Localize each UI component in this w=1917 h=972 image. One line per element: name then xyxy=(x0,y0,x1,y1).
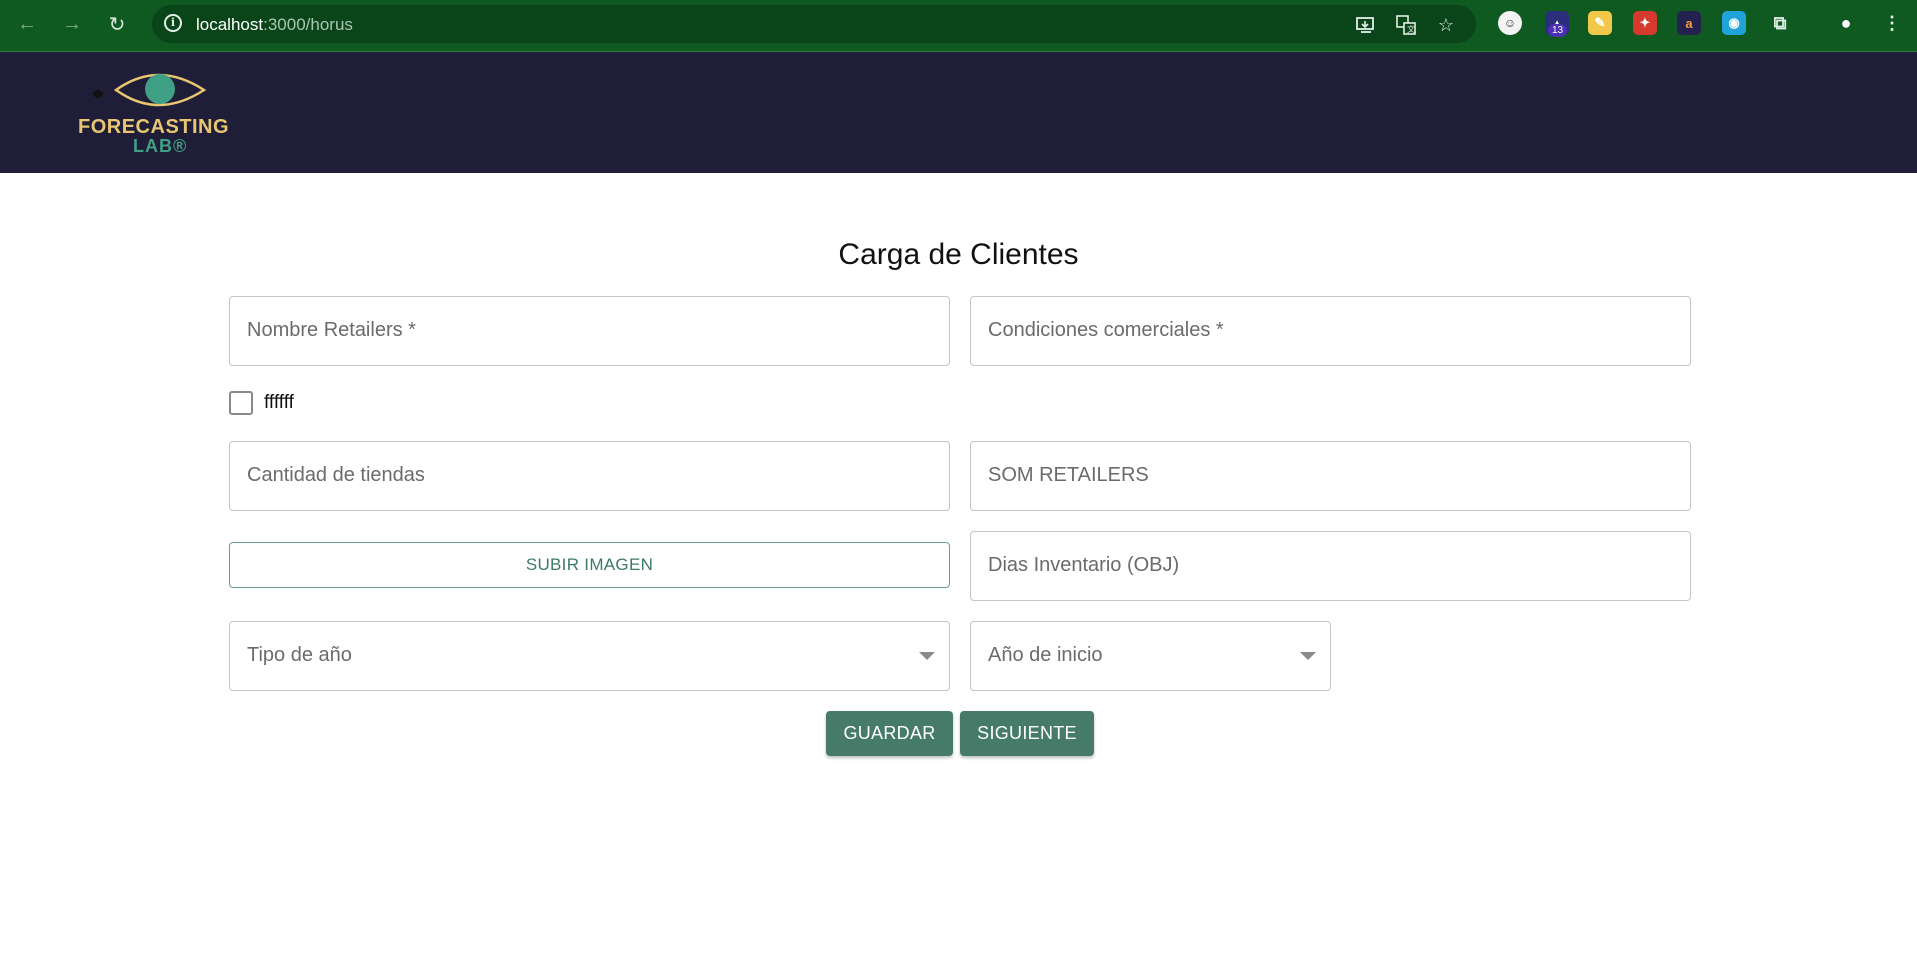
forecasting-lab-logo[interactable]: FORECASTING LAB® xyxy=(78,68,248,160)
extension-a-icon[interactable]: a xyxy=(1677,11,1701,35)
profile-avatar-icon[interactable]: ● xyxy=(1834,11,1858,35)
som-retailers-input[interactable]: SOM RETAILERS xyxy=(970,441,1691,511)
dias-inventario-placeholder: Dias Inventario (OBJ) xyxy=(988,554,1180,576)
tipo-anio-select[interactable]: Tipo de año xyxy=(229,621,950,691)
extension-red-icon[interactable]: ✦ xyxy=(1633,11,1657,35)
condiciones-comerciales-input[interactable]: Condiciones comerciales * xyxy=(970,296,1691,366)
som-retailers-placeholder: SOM RETAILERS xyxy=(988,464,1149,486)
address-bar[interactable]: i localhost:3000/horus 文 ☆ xyxy=(152,5,1476,43)
extension-notes-icon[interactable]: ✎ xyxy=(1588,11,1612,35)
back-arrow-icon[interactable]: ← xyxy=(14,11,40,37)
tipo-anio-placeholder: Tipo de año xyxy=(247,644,352,666)
ffffff-checkbox[interactable] xyxy=(229,391,253,415)
translate-icon[interactable]: 文 xyxy=(1394,13,1418,37)
logo-text-lab: LAB® xyxy=(133,136,188,156)
anio-inicio-placeholder: Año de inicio xyxy=(988,644,1103,666)
chevron-down-icon xyxy=(1300,652,1316,660)
page-title: Carga de Clientes xyxy=(838,238,1079,271)
site-info-icon[interactable]: i xyxy=(164,14,182,32)
cantidad-tiendas-input[interactable]: Cantidad de tiendas xyxy=(229,441,950,511)
url-text[interactable]: localhost:3000/horus xyxy=(196,15,353,35)
condiciones-comerciales-placeholder: Condiciones comerciales * xyxy=(988,319,1224,341)
extension-badge: 13 xyxy=(1548,24,1568,37)
anio-inicio-select[interactable]: Año de inicio xyxy=(970,621,1331,691)
extensions-puzzle-icon[interactable]: ⧉ xyxy=(1768,11,1792,35)
reload-icon[interactable]: ↻ xyxy=(104,11,130,37)
install-app-icon[interactable] xyxy=(1354,13,1378,37)
eye-logo-icon xyxy=(92,73,207,107)
extension-camera-icon[interactable]: ◉ xyxy=(1722,11,1746,35)
siguiente-button[interactable]: SIGUIENTE xyxy=(960,711,1094,756)
nombre-retailers-input[interactable]: Nombre Retailers * xyxy=(229,296,950,366)
guardar-button[interactable]: GUARDAR xyxy=(826,711,953,756)
subir-imagen-button[interactable]: SUBIR IMAGEN xyxy=(229,542,950,588)
checkbox-label: ffffff xyxy=(264,392,294,413)
bookmark-star-icon[interactable]: ☆ xyxy=(1434,13,1458,37)
dias-inventario-input[interactable]: Dias Inventario (OBJ) xyxy=(970,531,1691,601)
forward-arrow-icon[interactable]: → xyxy=(59,11,85,37)
browser-menu-icon[interactable]: ⋮ xyxy=(1880,11,1904,35)
chevron-down-icon xyxy=(919,652,935,660)
app-header: FORECASTING LAB® xyxy=(0,52,1917,173)
svg-text:文: 文 xyxy=(1407,24,1415,34)
extension-face-icon[interactable]: ☺ xyxy=(1498,11,1522,35)
nombre-retailers-placeholder: Nombre Retailers * xyxy=(247,319,416,341)
cantidad-tiendas-placeholder: Cantidad de tiendas xyxy=(247,464,425,486)
browser-toolbar: ← → ↻ i localhost:3000/horus 文 ☆ ☺ ▲ 13 … xyxy=(0,0,1917,52)
ffffff-checkbox-row: ffffff xyxy=(229,390,294,416)
